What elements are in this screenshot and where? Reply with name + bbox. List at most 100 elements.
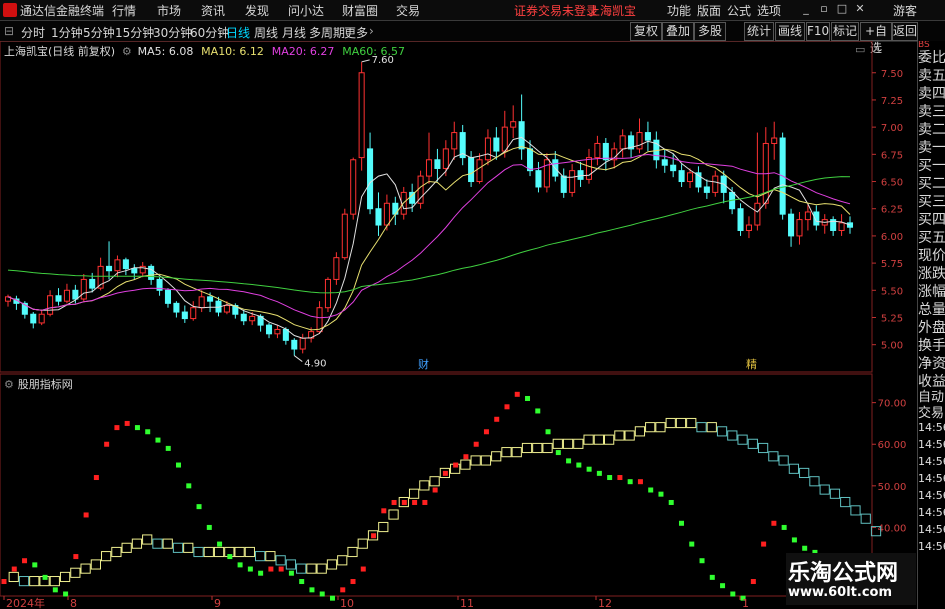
band-seg-75 <box>768 451 779 462</box>
menu-function[interactable]: 功能 <box>667 2 691 19</box>
menu-market[interactable]: 市场 <box>157 2 181 19</box>
candle-body-7 <box>63 289 70 302</box>
menu-trade[interactable]: 交易 <box>396 2 420 19</box>
band-seg-29 <box>296 563 307 574</box>
restore-icon[interactable]: ▫ <box>818 3 830 15</box>
signal-dot-25 <box>258 570 264 576</box>
signal-dot-0 <box>1 579 7 585</box>
signal-dot-17 <box>176 462 182 468</box>
signal-dot-43 <box>442 470 448 476</box>
sidebar-time-4: 14:56 <box>918 489 945 502</box>
candle-body-63 <box>535 170 542 188</box>
band-seg-16 <box>162 538 173 549</box>
toolbar-collapse-icon[interactable]: ⊟ <box>4 24 14 38</box>
band-seg-23 <box>234 546 245 558</box>
signal-dot-4 <box>42 574 48 580</box>
menu-options[interactable]: 选项 <box>757 2 781 19</box>
main-y-tick-label-3: 5.75 <box>881 259 903 270</box>
login-notice[interactable]: 证券交易未登录 <box>514 2 598 19</box>
menu-news[interactable]: 资讯 <box>201 2 225 19</box>
period-weekly[interactable]: 周线 <box>254 24 278 41</box>
sidebar-label-14: 总量 <box>918 302 945 318</box>
period-monthly[interactable]: 月线 <box>282 24 306 41</box>
event-marker-finance: 财 <box>418 357 429 371</box>
overlay-button[interactable]: 叠加 <box>662 22 694 41</box>
multi-stock-button[interactable]: 多股 <box>694 22 726 41</box>
chart-area[interactable]: 5.00 5.25 5.50 5.75 6.00 6.25 6.50 6.75 7.00 7.25… <box>0 41 917 609</box>
candle-body-14 <box>122 259 129 270</box>
period-multi[interactable]: 多周期 <box>309 24 345 41</box>
signal-dot-75 <box>771 520 777 526</box>
sidebar-label-12: 涨跌 <box>918 266 945 282</box>
band-seg-64 <box>655 422 666 433</box>
signal-dot-16 <box>165 445 171 451</box>
band-seg-42 <box>429 476 440 487</box>
band-seg-81 <box>829 488 841 499</box>
band-seg-74 <box>757 442 769 454</box>
date-label-0: 2024年 <box>6 596 45 609</box>
candle-body-33 <box>282 328 289 341</box>
sidebar-time-1: 14:56 <box>918 438 945 451</box>
draw-line-button[interactable]: 画线 <box>775 22 805 41</box>
signal-dot-46 <box>473 441 479 447</box>
menu-discover[interactable]: 发现 <box>245 2 269 19</box>
band-seg-69 <box>706 422 717 433</box>
sidebar-label-2: 卖四 <box>918 86 945 102</box>
band-seg-77 <box>788 463 800 474</box>
candle-body-51 <box>434 159 441 169</box>
band-seg-83 <box>850 505 861 516</box>
period-5min[interactable]: 5分钟 <box>83 24 115 41</box>
band-seg-78 <box>799 467 810 479</box>
ind-y-tick-label-1: 40.00 <box>878 523 907 534</box>
ind-y-tick-label-2: 50.00 <box>878 482 907 493</box>
sidebar-time-2: 14:56 <box>918 455 945 468</box>
signal-dot-54 <box>555 450 561 456</box>
band-seg-20 <box>203 546 214 558</box>
band-seg-11 <box>111 546 122 558</box>
signal-dot-32 <box>329 595 335 601</box>
mark-button[interactable]: 标记 <box>831 22 859 41</box>
f10-button[interactable]: F10 <box>806 22 830 41</box>
period-15min[interactable]: 15分钟 <box>115 24 154 41</box>
signal-dot-42 <box>432 487 438 493</box>
sidebar-label-1: 卖五 <box>918 68 945 84</box>
period-more[interactable]: 更多 <box>344 24 368 41</box>
guest-label[interactable]: 游客 <box>893 2 917 19</box>
minimize-icon[interactable]: _ <box>800 3 812 15</box>
watermark-name: 乐淘公式网 <box>788 561 899 586</box>
sidebar-label-17: 净资 <box>918 356 945 372</box>
candle-body-71 <box>602 142 609 161</box>
menu-formula[interactable]: 公式 <box>727 2 751 19</box>
candle-body-68 <box>577 170 584 180</box>
band-seg-24 <box>244 546 255 558</box>
close-icon[interactable]: ✕ <box>854 3 866 15</box>
band-seg-50 <box>511 447 522 458</box>
band-seg-26 <box>265 551 276 562</box>
signal-dot-26 <box>268 566 274 572</box>
maximize-icon[interactable]: □ <box>836 3 848 15</box>
menu-wealth[interactable]: 财富圈 <box>342 2 378 19</box>
sidebar-label-3: 卖三 <box>918 104 945 120</box>
signal-dot-76 <box>781 524 787 530</box>
period-60min[interactable]: 60分钟 <box>190 24 229 41</box>
period-1min[interactable]: 1分钟 <box>51 24 83 41</box>
back-button[interactable]: 返回 <box>892 22 918 41</box>
band-seg-15 <box>152 538 163 549</box>
add-favorite-button[interactable]: +自选 <box>860 22 892 55</box>
stats-button[interactable]: 统计 <box>744 22 774 41</box>
menu-quotes[interactable]: 行情 <box>112 2 136 19</box>
period-30min[interactable]: 30分钟 <box>153 24 192 41</box>
chevron-right-icon[interactable]: › <box>369 24 374 38</box>
adjust-button[interactable]: 复权 <box>630 22 662 41</box>
main-y-tick-label-8: 7.00 <box>881 123 903 134</box>
period-daily[interactable]: 日线 <box>226 24 250 41</box>
menu-ask[interactable]: 问小达 <box>288 2 324 19</box>
date-label-5: 12 <box>598 597 612 609</box>
period-intraday[interactable]: 分时 <box>21 24 45 41</box>
menu-layout[interactable]: 版面 <box>697 2 721 19</box>
candle-body-28 <box>240 313 247 322</box>
signal-dot-61 <box>627 479 633 485</box>
signal-dot-9 <box>93 475 99 481</box>
signal-dot-39 <box>401 499 407 505</box>
main-y-tick-label-1: 5.25 <box>881 313 903 324</box>
